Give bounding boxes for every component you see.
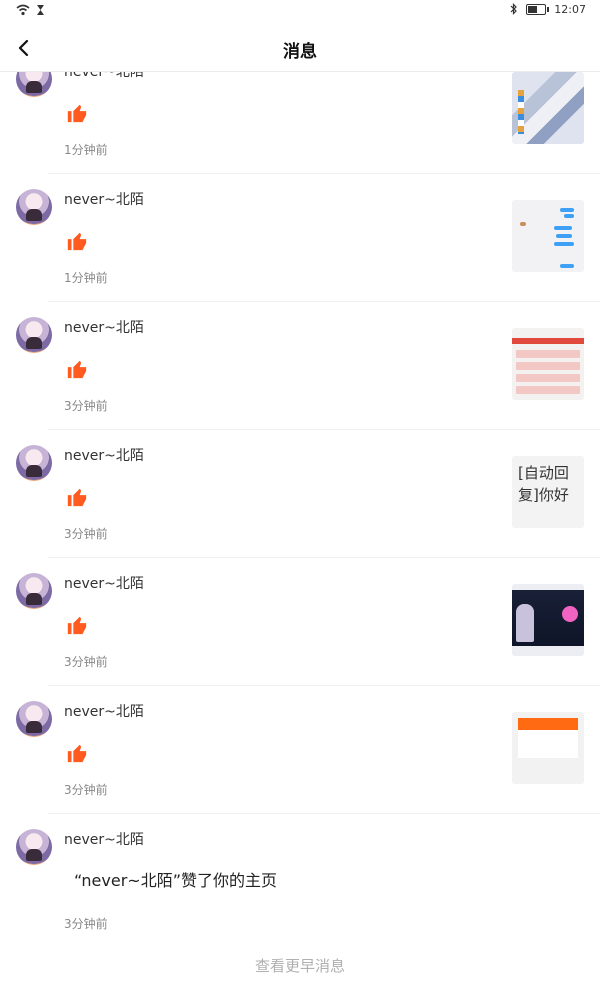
avatar[interactable] — [16, 72, 52, 97]
thumbs-up-icon — [67, 488, 87, 507]
avatar[interactable] — [16, 573, 52, 609]
notification-list[interactable]: never~北陌 1分钟前 never~北陌 1分钟前 never~北陌 3分钟… — [0, 72, 600, 932]
list-item[interactable]: never~北陌 3分钟前 — [16, 302, 600, 430]
list-item[interactable]: never~北陌 1分钟前 — [16, 174, 600, 302]
timestamp: 1分钟前 — [64, 271, 108, 285]
username[interactable]: never~北陌 — [64, 72, 144, 81]
post-thumbnail[interactable] — [512, 328, 584, 400]
clock: 12:07 — [554, 3, 586, 16]
timestamp: 3分钟前 — [64, 399, 108, 413]
username[interactable]: never~北陌 — [64, 701, 144, 721]
post-thumbnail[interactable] — [512, 712, 584, 784]
list-item[interactable]: never~北陌 1分钟前 — [16, 72, 600, 174]
header: 消息 — [0, 24, 600, 72]
avatar[interactable] — [16, 189, 52, 225]
timestamp: 1分钟前 — [64, 143, 108, 157]
timestamp: 3分钟前 — [64, 527, 108, 541]
thumbs-up-icon — [67, 744, 87, 763]
username[interactable]: never~北陌 — [64, 317, 144, 337]
thumbs-up-icon — [67, 616, 87, 635]
view-earlier-messages-button[interactable]: 查看更早消息 — [0, 955, 600, 976]
thumbs-up-icon — [67, 104, 87, 123]
list-item[interactable]: never~北陌 3分钟前 — [16, 558, 600, 686]
message-text: “never~北陌”赞了你的主页 — [74, 871, 277, 890]
thumbs-up-icon — [67, 232, 87, 251]
wifi-icon — [16, 4, 30, 16]
list-item[interactable]: never~北陌 3分钟前 [自动回复]你好 — [16, 430, 600, 558]
username[interactable]: never~北陌 — [64, 829, 144, 849]
timestamp: 3分钟前 — [64, 783, 108, 797]
list-item[interactable]: never~北陌 “never~北陌”赞了你的主页 3分钟前 — [16, 814, 600, 932]
list-item[interactable]: never~北陌 3分钟前 — [16, 686, 600, 814]
username[interactable]: never~北陌 — [64, 573, 144, 593]
battery-icon — [526, 4, 550, 15]
thumbs-up-icon — [67, 360, 87, 379]
post-thumbnail[interactable] — [512, 72, 584, 144]
avatar[interactable] — [16, 445, 52, 481]
post-thumbnail[interactable]: [自动回复]你好 — [512, 456, 584, 528]
page-title: 消息 — [283, 42, 317, 62]
avatar[interactable] — [16, 701, 52, 737]
avatar[interactable] — [16, 829, 52, 865]
username[interactable]: never~北陌 — [64, 445, 144, 465]
hourglass-icon — [37, 5, 44, 15]
avatar[interactable] — [16, 317, 52, 353]
status-bar: 12:07 — [0, 0, 600, 24]
timestamp: 3分钟前 — [64, 655, 108, 669]
post-thumbnail[interactable] — [512, 584, 584, 656]
username[interactable]: never~北陌 — [64, 189, 144, 209]
timestamp: 3分钟前 — [64, 917, 108, 931]
bluetooth-icon — [510, 3, 518, 15]
post-thumbnail[interactable] — [512, 200, 584, 272]
